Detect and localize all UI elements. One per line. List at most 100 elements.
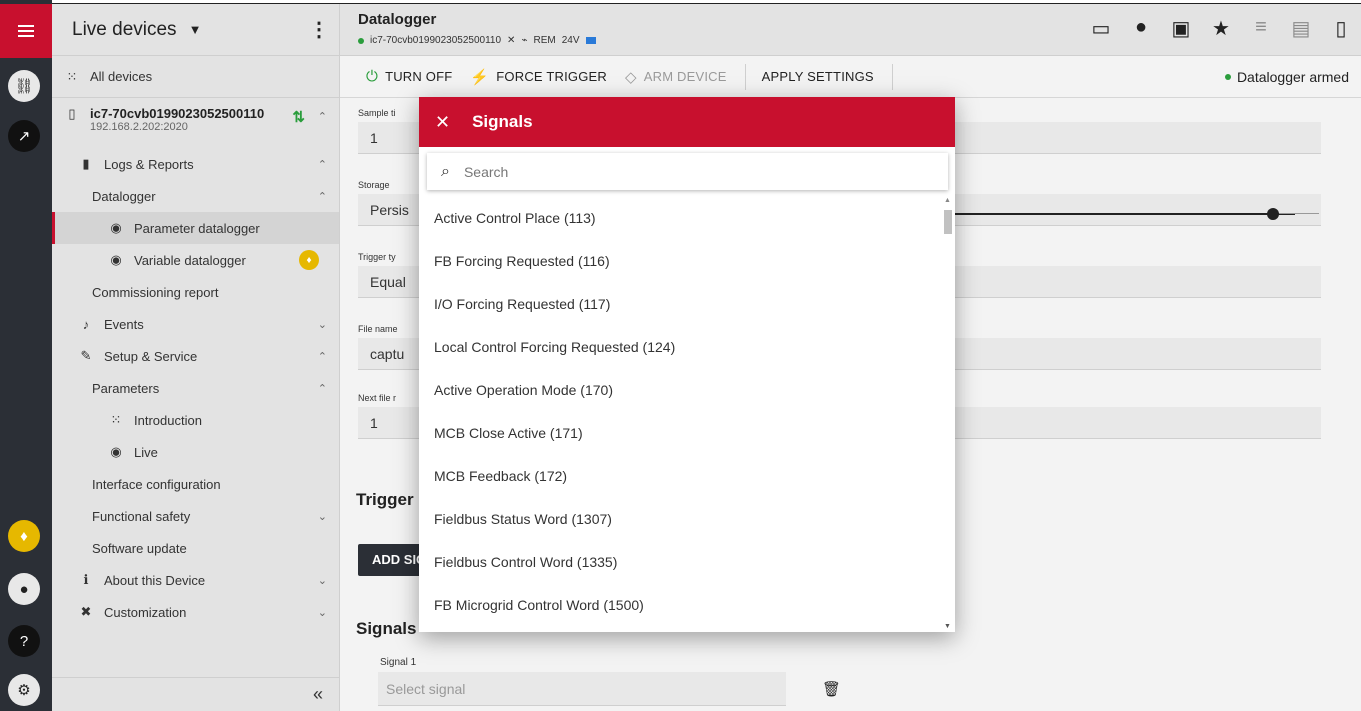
sliders-icon[interactable]: ≡ — [1241, 16, 1281, 41]
sidebar-item-label: Parameters — [92, 380, 160, 396]
eye-icon: ◉ — [110, 252, 122, 267]
sidebar-item-commissioning-report[interactable]: Commissioning report — [52, 276, 339, 308]
sidebar-item-label: Events — [104, 316, 144, 332]
chevron-up-icon: ⌃ — [317, 158, 327, 171]
document-icon[interactable]: ▤ — [1281, 16, 1321, 41]
turn-off-button[interactable]: ⏻ TURN OFF — [366, 68, 452, 85]
diamond-icon[interactable]: ♦ — [8, 520, 40, 552]
list-item[interactable]: I/O Forcing Requested (117) — [419, 283, 941, 326]
sidebar-item-label: All devices — [90, 69, 153, 84]
force-trigger-button[interactable]: ⚡ FORCE TRIGGER — [470, 68, 607, 86]
slider-handle[interactable] — [1267, 208, 1279, 220]
sidebar-item-label: Software update — [92, 540, 187, 556]
sidebar-item-customization[interactable]: ✖ Customization ⌄ — [52, 596, 339, 628]
sidebar-item-logs-reports[interactable]: ▮ Logs & Reports ⌃ — [52, 148, 339, 180]
arm-device-label: ARM DEVICE — [643, 69, 727, 84]
sidebar-item-introduction[interactable]: ⁙ Introduction — [52, 404, 339, 436]
list-item[interactable]: Fieldbus Status Word (1307) — [419, 498, 941, 541]
power-icon: ⏻ — [366, 68, 379, 85]
settings-icon[interactable]: ⚙ — [8, 674, 40, 706]
help-icon[interactable]: ? — [8, 625, 40, 657]
save-icon[interactable]: ▣ — [1161, 16, 1201, 41]
close-connection-icon[interactable]: ✕ — [507, 35, 515, 46]
signal-1-select[interactable]: Select signal — [378, 672, 786, 706]
list-item[interactable]: FB Forcing Requested (116) — [419, 240, 941, 283]
chevron-down-icon: ⌄ — [317, 606, 327, 619]
kebab-menu-icon[interactable]: ⋮ — [309, 17, 329, 42]
signal-1-label: Signal 1 — [380, 657, 417, 668]
arm-device-button[interactable]: ◇ ARM DEVICE — [625, 68, 727, 86]
trend-icon[interactable]: ↗ — [8, 120, 40, 152]
list-item[interactable]: MCB Feedback (172) — [419, 455, 941, 498]
trash-icon[interactable]: 🗑 — [822, 680, 841, 698]
sidebar-item-parameters[interactable]: Parameters ⌃ — [52, 372, 339, 404]
sidebar-item-label: Setup & Service — [104, 348, 198, 364]
sidebar-item-about-device[interactable]: ℹ About this Device ⌄ — [52, 564, 339, 596]
device-id: ic7-70cvb0199023052500110 — [370, 35, 502, 46]
sidebar-footer: « — [52, 677, 339, 711]
trigger-section-title: Trigger : — [356, 490, 425, 509]
collapse-sidebar-icon[interactable]: « — [313, 684, 323, 705]
sidebar-item-live[interactable]: ◉ Live — [52, 436, 339, 468]
force-trigger-label: FORCE TRIGGER — [496, 69, 607, 84]
eye-icon: ◉ — [110, 444, 122, 459]
folder-icon[interactable]: ▭ — [1081, 16, 1121, 41]
signals-dialog: ✕ Signals ⌕ Active Control Place (113) F… — [419, 97, 955, 632]
voltage-label: 24V — [561, 35, 580, 46]
slider-rest — [1279, 213, 1319, 214]
slider-track[interactable] — [955, 213, 1295, 215]
hamburger-menu-button[interactable] — [0, 4, 52, 58]
list-item[interactable]: Active Control Place (113) — [419, 197, 941, 240]
chevron-up-icon[interactable]: ⌃ — [318, 110, 327, 123]
list-item[interactable]: MCB Close Active (171) — [419, 412, 941, 455]
sidebar-item-setup-service[interactable]: ✎ Setup & Service ⌃ — [52, 340, 339, 372]
turn-off-label: TURN OFF — [385, 69, 453, 84]
list-item[interactable]: FB Microgrid Control Word (1500) — [419, 584, 941, 627]
apply-settings-button[interactable]: APPLY SETTINGS — [762, 69, 874, 84]
sidebar-item-datalogger[interactable]: Datalogger ⌃ — [52, 180, 339, 212]
bell-icon: ♪ — [82, 316, 90, 332]
target-icon: ◇ — [624, 68, 637, 86]
sidebar-device[interactable]: ▯ ic7-70cvb0199023052500110 192.168.2.20… — [52, 98, 339, 148]
sidebar-item-events[interactable]: ♪ Events ⌄ — [52, 308, 339, 340]
list-item[interactable]: Active Operation Mode (170) — [419, 369, 941, 412]
grid-icon: ⁙ — [66, 68, 78, 84]
search-input[interactable] — [463, 163, 904, 180]
sidebar-item-variable-datalogger[interactable]: ◉ Variable datalogger ♦ — [52, 244, 339, 276]
file-icon[interactable]: ▯ — [1321, 16, 1361, 41]
sidebar-item-functional-safety[interactable]: Functional safety ⌄ — [52, 500, 339, 532]
scroll-down-icon[interactable]: ▼ — [944, 623, 951, 630]
chevron-down-icon: ⌄ — [317, 510, 327, 523]
sync-arrows-icon: ⇅ — [292, 109, 305, 126]
list-item[interactable]: Local Control Forcing Requested (124) — [419, 326, 941, 369]
lightning-icon: ⚡ — [470, 68, 490, 86]
sidebar-item-parameter-datalogger[interactable]: ◉ Parameter datalogger — [52, 212, 339, 244]
person-icon[interactable]: ● — [1121, 16, 1161, 41]
armed-status-icon — [1224, 74, 1231, 80]
search-bar: ⌕ — [427, 153, 948, 190]
close-icon[interactable]: ✕ — [435, 112, 450, 133]
signals-section-title: Signals — [356, 619, 417, 638]
flag-icon — [585, 37, 596, 44]
sidebar-item-software-update[interactable]: Software update — [52, 532, 339, 564]
scroll-up-icon[interactable]: ▲ — [944, 197, 951, 204]
user-icon[interactable]: ● — [8, 573, 40, 605]
star-icon[interactable]: ★ — [1201, 16, 1241, 41]
sidebar-item-label: Live — [134, 444, 158, 460]
drive-icon: ▯ — [68, 106, 76, 121]
datalogger-status: Datalogger armed — [1224, 69, 1349, 85]
sidebar-item-all-devices[interactable]: ⁙ All devices — [52, 56, 339, 98]
device-selector[interactable]: Live devices ▼ ⋮ — [52, 4, 339, 56]
toolbar-divider — [891, 63, 893, 90]
device-ip: 192.168.2.202:2020 — [90, 121, 188, 133]
list-item[interactable]: Fieldbus Control Word (1335) — [419, 541, 941, 584]
sidebar-item-interface-configuration[interactable]: Interface configuration — [52, 468, 339, 500]
sidebar-item-label: Commissioning report — [92, 284, 219, 300]
list-scrollbar[interactable]: ▲ ▼ — [941, 197, 955, 632]
info-icon: ℹ — [83, 572, 89, 587]
chevron-up-icon: ⌃ — [317, 190, 327, 203]
network-icon[interactable]: ⛓ — [8, 70, 40, 102]
toolbar: ⏻ TURN OFF ⚡ FORCE TRIGGER ◇ ARM DEVICE … — [340, 56, 1361, 98]
scrollbar-thumb[interactable] — [944, 210, 952, 234]
app-rail: ⛓ ↗ ♦ ● ? ⚙ — [0, 0, 52, 711]
